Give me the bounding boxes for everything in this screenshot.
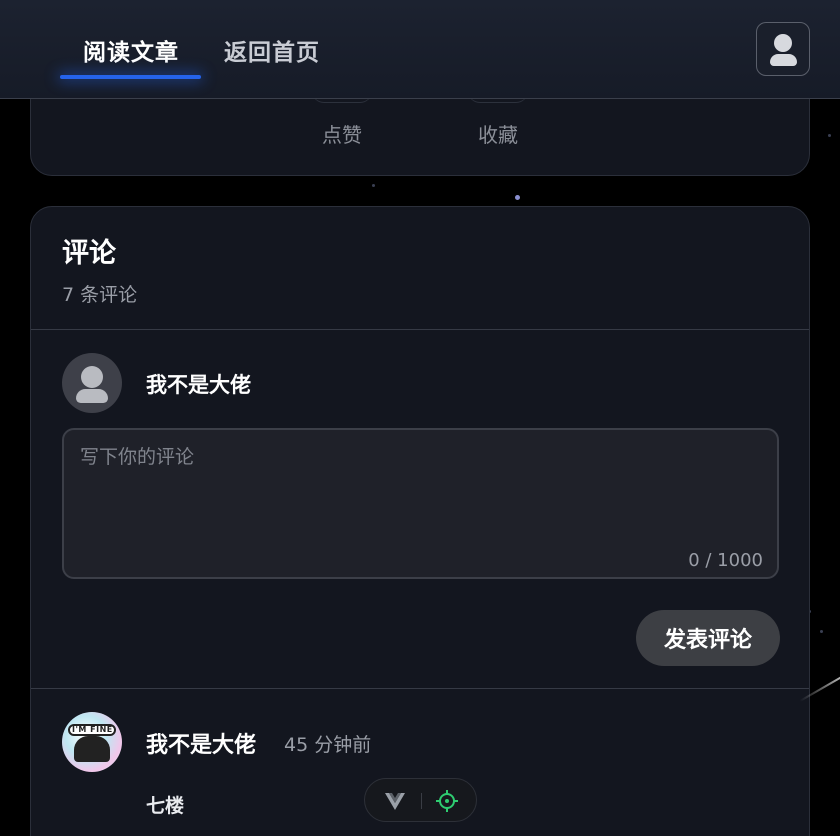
top-navigation-bar: 阅读文章 返回首页	[0, 0, 840, 99]
comment-input[interactable]	[64, 430, 777, 577]
vue-icon[interactable]	[383, 789, 407, 813]
crosshair-icon[interactable]	[435, 789, 459, 813]
user-menu-button[interactable]	[756, 22, 810, 76]
avatar-badge-text: I'M FINE	[72, 725, 113, 734]
comment-text: 七楼	[146, 795, 185, 817]
divider	[31, 688, 809, 689]
avatar[interactable]: I'M FINE	[62, 712, 122, 772]
star	[820, 630, 823, 633]
comments-count: 7 条评论	[62, 284, 138, 306]
dev-toolbar	[364, 778, 477, 822]
submit-comment-button[interactable]: 发表评论	[636, 610, 780, 666]
star	[828, 134, 831, 137]
comment-input-wrapper: 0 / 1000	[62, 428, 779, 579]
tab-back-home[interactable]: 返回首页	[224, 33, 320, 67]
favorite-button[interactable]: 收藏	[478, 119, 518, 148]
star	[515, 195, 520, 200]
tab-read-article[interactable]: 阅读文章	[83, 33, 179, 67]
avatar	[62, 353, 122, 413]
like-button[interactable]: 点赞	[322, 119, 362, 148]
comment-author[interactable]: 我不是大佬	[146, 727, 256, 759]
char-counter: 0 / 1000	[688, 550, 763, 571]
active-tab-indicator	[60, 75, 201, 79]
composer-user-name: 我不是大佬	[146, 373, 251, 397]
comment-time: 45 分钟前	[284, 734, 372, 756]
comments-title: 评论	[62, 238, 116, 269]
divider	[31, 329, 809, 330]
comments-card: 评论 7 条评论 我不是大佬 0 / 1000 发表评论 I'M FINE 我不…	[30, 206, 810, 836]
star	[372, 184, 375, 187]
